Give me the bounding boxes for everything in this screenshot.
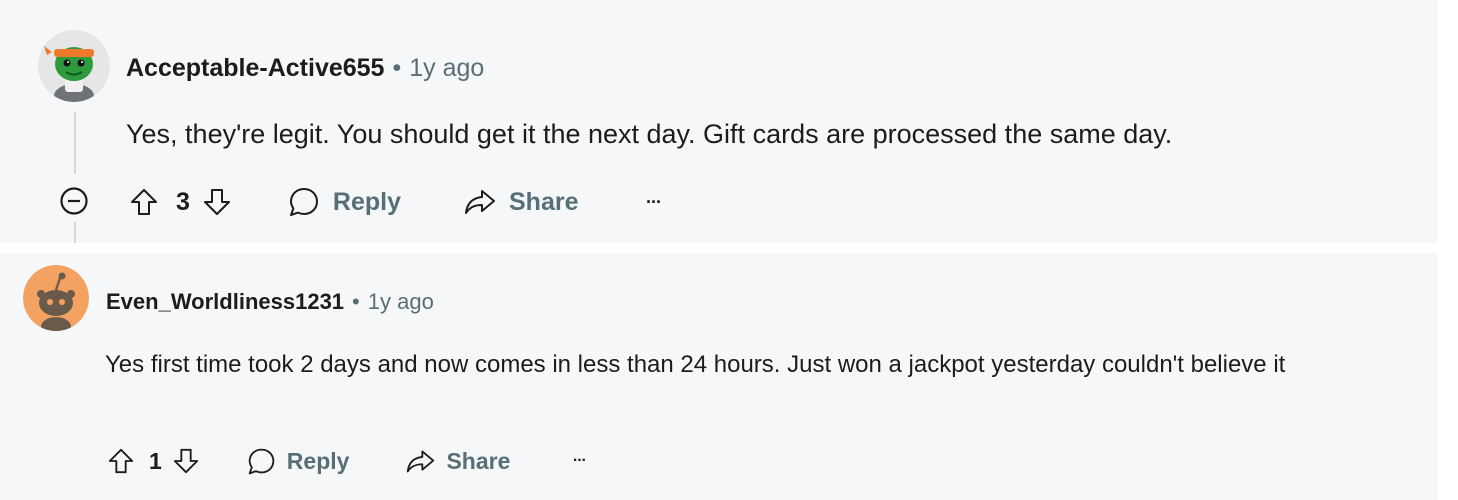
comment-body: Yes, they're legit. You should get it th… (126, 119, 1173, 149)
meta-separator: • (392, 54, 402, 82)
more-options-icon: ··· (645, 191, 662, 212)
comment-card: Acceptable-Active655 • 1y ago Yes, they'… (0, 0, 1438, 243)
reply-label: Reply (286, 447, 350, 474)
vote-score: 3 (176, 187, 190, 216)
upvote-arrow-icon (131, 189, 157, 215)
thread-line[interactable] (74, 112, 76, 174)
upvote-button[interactable] (126, 184, 162, 220)
more-options-icon: ··· (572, 452, 587, 469)
thread-line[interactable] (74, 222, 76, 243)
downvote-button[interactable] (199, 184, 235, 220)
comment-body: Yes first time took 2 days and now comes… (105, 351, 1286, 378)
comment-card: Even_Worldliness1231 • 1y ago Yes first … (0, 253, 1438, 500)
snoo-avatar-icon[interactable] (23, 265, 89, 331)
downvote-arrow-icon (173, 448, 198, 474)
reply-label: Reply (332, 187, 401, 216)
comment-author[interactable]: Acceptable-Active655 (126, 54, 384, 83)
share-button[interactable]: Share (405, 446, 510, 477)
vote-score: 1 (149, 447, 162, 474)
comment-author[interactable]: Even_Worldliness1231 (106, 289, 344, 315)
green-character-avatar-icon[interactable] (38, 30, 110, 102)
share-label: Share (446, 447, 511, 474)
share-button[interactable]: Share (463, 185, 578, 219)
comment-age[interactable]: 1y ago (368, 289, 434, 315)
more-options-button[interactable]: ··· (636, 185, 670, 219)
reply-button[interactable]: Reply (287, 185, 401, 219)
reply-button[interactable]: Reply (246, 446, 350, 477)
share-label: Share (509, 187, 579, 216)
collapse-minus-icon (60, 187, 88, 215)
share-arrow-icon (407, 450, 435, 472)
comment-meta: Acceptable-Active655 • 1y ago (126, 54, 484, 83)
comment-actions: 3 Reply Share ··· (126, 184, 670, 220)
upvote-arrow-icon (108, 448, 134, 474)
downvote-button[interactable] (170, 445, 202, 477)
comment-actions: 1 Reply Share ··· (105, 444, 594, 478)
speech-bubble-icon (248, 448, 275, 474)
share-arrow-icon (465, 190, 495, 214)
meta-separator: • (352, 289, 360, 314)
comment-age[interactable]: 1y ago (409, 54, 484, 83)
more-options-button[interactable]: ··· (564, 446, 594, 476)
comment-meta: Even_Worldliness1231 • 1y ago (106, 289, 434, 315)
collapse-thread-button[interactable] (57, 184, 91, 218)
speech-bubble-icon (289, 188, 318, 216)
downvote-arrow-icon (203, 189, 230, 215)
upvote-button[interactable] (105, 445, 137, 477)
